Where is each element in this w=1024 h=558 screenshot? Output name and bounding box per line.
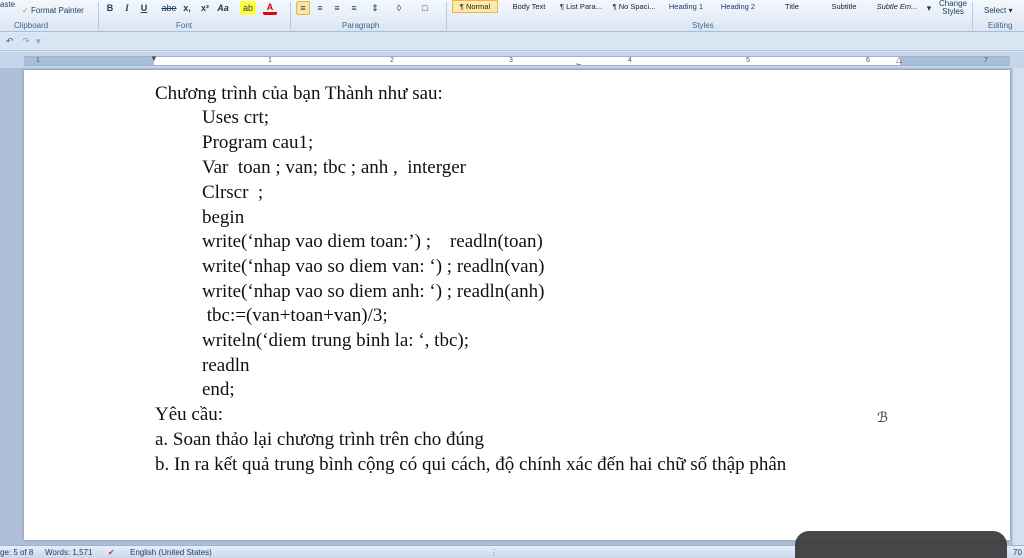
doc-line: end;	[202, 379, 235, 400]
video-overlay-bar	[795, 531, 1007, 558]
tab-stop-icon[interactable]: ⌙	[576, 60, 582, 68]
doc-line: begin	[202, 207, 245, 228]
doc-line: write(‘nhap vao so diem van: ‘) ; readln…	[202, 256, 545, 277]
doc-line: b. In ra kết quả trung bình cộng có qui …	[155, 454, 787, 475]
ruler-number: 5	[746, 57, 750, 64]
ruler-number: 6	[866, 57, 870, 64]
ruler-number: 4	[628, 57, 632, 64]
doc-line: writeln(‘diem trung binh la: ‘, tbc);	[202, 330, 469, 351]
group-label-editing: Editing	[988, 21, 1013, 30]
doc-line: Clrscr ;	[202, 182, 264, 203]
doc-line: Var toan ; van; tbc ; anh , interger	[202, 157, 466, 178]
style-title[interactable]: Title	[768, 0, 816, 13]
redo-icon[interactable]: ↷	[22, 36, 30, 47]
language-indicator[interactable]: English (United States)	[130, 548, 212, 557]
ruler-number: 2	[390, 57, 394, 64]
styles-more-icon[interactable]: ▾	[924, 1, 934, 15]
indent-marker-icon[interactable]: ▼	[150, 54, 158, 63]
group-label-clipboard: Clipboard	[14, 21, 49, 30]
ribbon: aste ✓ Format Painter B I U abe x, x² Aa…	[0, 0, 1024, 32]
justify-icon[interactable]: ≡	[347, 1, 361, 15]
subscript-button[interactable]: x,	[180, 1, 194, 15]
style-body-text[interactable]: Body Text	[504, 0, 554, 13]
left-margin-shade	[24, 57, 154, 65]
style-list-paragraph[interactable]: ¶ List Para...	[556, 0, 606, 13]
style-heading-1[interactable]: Heading 1	[662, 0, 710, 13]
group-label-paragraph: Paragraph	[342, 21, 380, 30]
underline-button[interactable]: U	[137, 1, 151, 15]
proofing-icon[interactable]: ✔	[108, 548, 115, 557]
align-center-icon[interactable]: ≡	[313, 1, 327, 15]
group-label-font: Font	[176, 21, 193, 30]
doc-line: Uses crt;	[202, 107, 270, 128]
ruler-area: 1 1 2 3 4 5 6 7 ▼ ⌙ △	[0, 52, 1024, 68]
italic-button[interactable]: I	[120, 1, 134, 15]
select-label: Select	[984, 6, 1007, 15]
style-no-spacing[interactable]: ¶ No Spaci...	[609, 0, 659, 13]
doc-line: a. Soan thảo lại chương trình trên cho đ…	[155, 429, 485, 450]
doc-line: write(‘nhap vao diem toan:’) ; readln(to…	[202, 231, 543, 252]
text-cursor-icon: ℬ	[877, 410, 889, 426]
align-right-icon[interactable]: ≡	[330, 1, 344, 15]
ruler-number: 1	[268, 57, 272, 64]
doc-line: Yêu cầu:	[155, 404, 224, 425]
right-margin-shade	[900, 57, 1010, 65]
shading-icon[interactable]: ◊	[392, 1, 406, 15]
ruler-number: 1	[36, 57, 40, 64]
change-case-button[interactable]: Aa	[216, 1, 230, 15]
format-painter-label: Format Painter	[30, 6, 84, 15]
superscript-button[interactable]: x²	[198, 1, 212, 15]
bold-button[interactable]: B	[103, 1, 117, 15]
paintbrush-icon: ✓	[22, 6, 29, 15]
zoom-level[interactable]: 70	[1013, 548, 1022, 557]
resize-grip-icon: ⋮	[490, 548, 498, 557]
vertical-scrollbar[interactable]	[1012, 68, 1024, 545]
quick-access-toolbar: ↶ ↷ ▾	[0, 33, 1024, 51]
horizontal-ruler[interactable]: 1 1 2 3 4 5 6 7 ▼ ⌙ △	[24, 54, 1010, 68]
customize-icon[interactable]: ▾	[36, 36, 41, 47]
borders-icon[interactable]: □	[418, 1, 432, 15]
doc-line: readln	[202, 355, 250, 376]
doc-line: Program cau1;	[202, 132, 314, 153]
doc-line: tbc:=(van+toan+van)/3;	[202, 305, 388, 326]
paste-label[interactable]: aste	[0, 0, 15, 9]
line-spacing-icon[interactable]: ⇕	[368, 1, 382, 15]
align-left-icon[interactable]: ≡	[296, 1, 310, 15]
style-subtle-emphasis[interactable]: Subtle Em...	[872, 0, 922, 13]
style-subtitle[interactable]: Subtitle	[820, 0, 868, 13]
right-indent-marker-icon[interactable]: △	[896, 55, 902, 64]
style-normal[interactable]: ¶ Normal	[452, 0, 498, 13]
ribbon-group-labels: Clipboard Font Paragraph Styles Editing	[0, 20, 1024, 32]
doc-line: Chương trình của bạn Thành như sau:	[155, 83, 443, 104]
word-count[interactable]: Words: 1,571	[45, 548, 92, 557]
strikethrough-button[interactable]: abe	[160, 1, 178, 15]
chevron-down-icon: ▾	[1008, 6, 1013, 15]
page-count[interactable]: ge: 5 of 8	[0, 548, 33, 557]
highlight-icon[interactable]: ab	[240, 1, 256, 15]
ruler-number: 3	[509, 57, 513, 64]
doc-line: write(‘nhap vao so diem anh: ‘) ; readln…	[202, 281, 545, 302]
format-painter-button[interactable]: ✓ Format Painter	[22, 6, 84, 15]
change-styles-button[interactable]: Change Styles	[938, 0, 968, 16]
style-heading-2[interactable]: Heading 2	[714, 0, 762, 13]
group-label-styles: Styles	[692, 21, 714, 30]
ruler-number: 7	[984, 57, 988, 64]
undo-icon[interactable]: ↶	[6, 36, 14, 47]
select-button[interactable]: Select ▾	[984, 6, 1012, 15]
font-color-button[interactable]: A	[263, 1, 277, 15]
